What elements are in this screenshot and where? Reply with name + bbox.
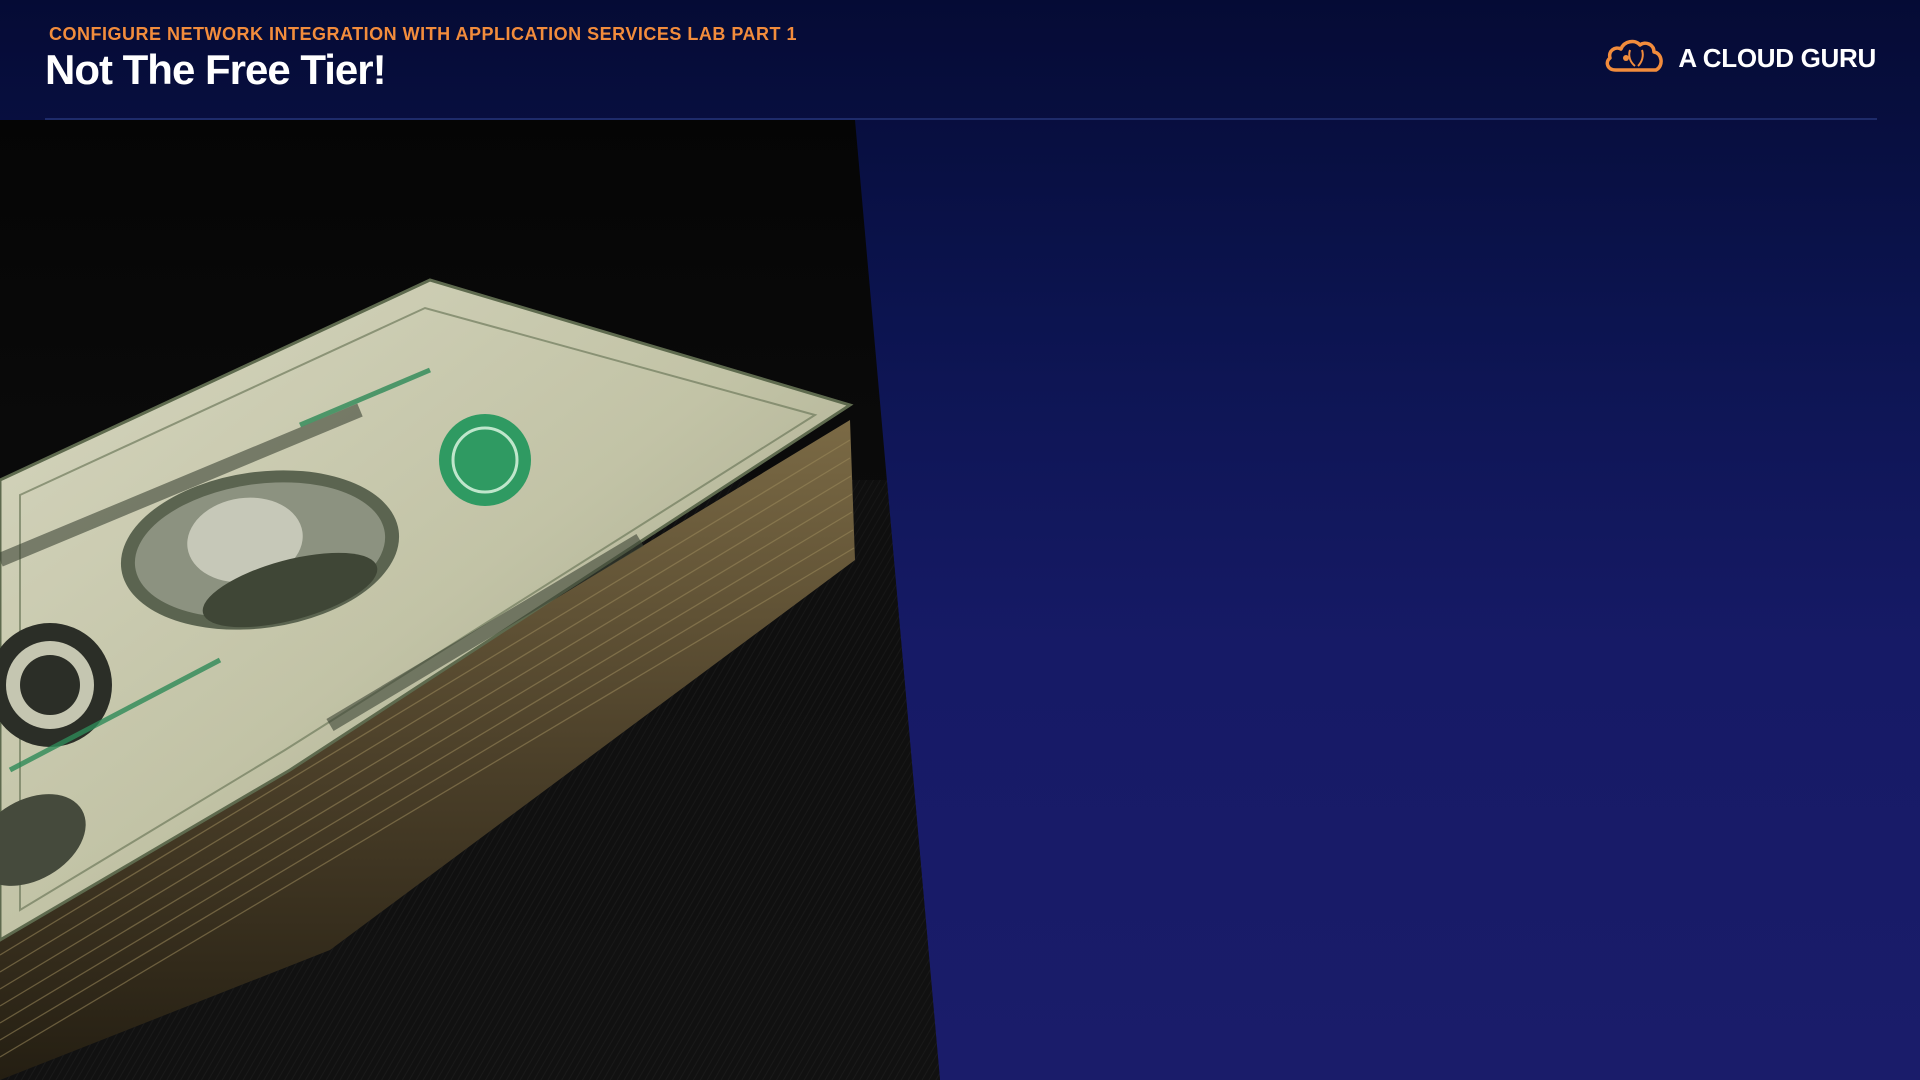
header-divider (45, 118, 1877, 120)
slide: CONFIGURE NETWORK INTEGRATION WITH APPLI… (0, 0, 1920, 1080)
slide-title: Not The Free Tier! (45, 46, 387, 93)
brand-name: A CLOUD GURU (1678, 43, 1876, 73)
brand-logo: A CLOUD GURU (1602, 36, 1876, 81)
cloud-logo-icon (1602, 36, 1666, 81)
money-stack-photo (0, 120, 940, 1080)
slide-header: CONFIGURE NETWORK INTEGRATION WITH APPLI… (0, 0, 1920, 120)
lab-subtitle: CONFIGURE NETWORK INTEGRATION WITH APPLI… (49, 24, 798, 44)
